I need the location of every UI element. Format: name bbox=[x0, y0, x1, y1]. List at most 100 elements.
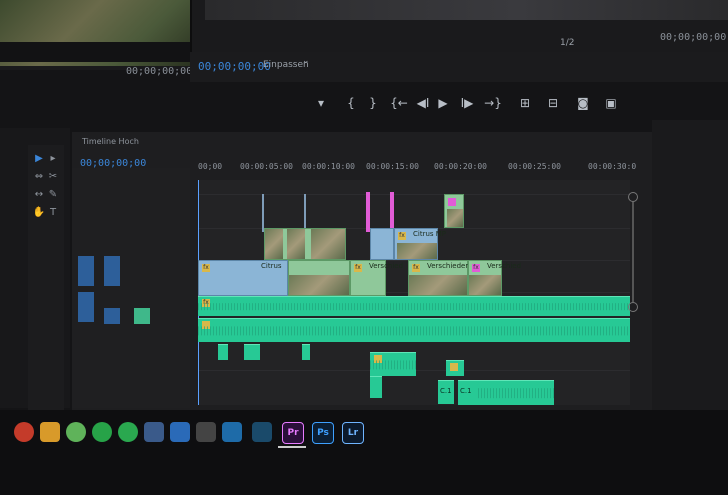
clip-v2[interactable] bbox=[264, 228, 346, 260]
source-patch-v1[interactable] bbox=[78, 256, 94, 286]
clip-v1[interactable] bbox=[288, 260, 350, 296]
target-v1[interactable] bbox=[104, 256, 120, 286]
export-frame-icon[interactable]: ◙ bbox=[572, 92, 594, 114]
sequence-tab[interactable]: Timeline Hoch bbox=[82, 137, 139, 146]
ruler-tick-label: 00:00:10:00 bbox=[302, 162, 355, 171]
track-select-icon[interactable]: ▸ bbox=[46, 153, 60, 165]
fx-badge bbox=[448, 198, 456, 206]
waveform bbox=[198, 302, 630, 311]
program-monitor-controls: 00;00;00;00 Einpassen ⌄ 1/2 00;00;00;00 bbox=[190, 32, 728, 82]
audio-chunk[interactable] bbox=[370, 376, 382, 398]
lightroom-icon[interactable]: Lr bbox=[342, 422, 364, 444]
audio-clip-a2[interactable] bbox=[198, 318, 630, 342]
clip-v3[interactable] bbox=[444, 194, 464, 228]
clip-v1-verschied-2[interactable]: fx Verschied bbox=[468, 260, 521, 296]
waveform bbox=[370, 359, 416, 370]
play-icon[interactable]: ▶ bbox=[432, 92, 454, 114]
mail-icon[interactable] bbox=[170, 422, 190, 442]
source-monitor-bar: 00;00;00;00 bbox=[0, 42, 192, 77]
clip-label: Verschied bbox=[369, 262, 404, 270]
zoom-dropdown[interactable]: 1/2 bbox=[560, 38, 574, 48]
time-ruler[interactable]: 00;00 00:00:05:00 00:00:10:00 00:00:15:00 00… bbox=[198, 162, 638, 176]
audio-chunk[interactable] bbox=[302, 344, 310, 360]
step-back-icon[interactable]: ◀I bbox=[412, 92, 434, 114]
audio-clip-c1-2[interactable]: C.1 bbox=[458, 380, 554, 405]
out-bracket-icon[interactable]: } bbox=[362, 92, 384, 114]
clip-label: Citrus bbox=[261, 262, 282, 270]
whatsapp-icon[interactable] bbox=[92, 422, 112, 442]
audio-clip-c1[interactable]: C.1 bbox=[438, 380, 454, 404]
ruler-tick-label: 00;00 bbox=[198, 162, 223, 171]
edit-point bbox=[304, 194, 306, 232]
compare-icon[interactable]: ▣ bbox=[600, 92, 622, 114]
clip-thumbnail bbox=[469, 275, 501, 295]
type-tool-icon[interactable]: T bbox=[46, 207, 60, 219]
chat-icon[interactable] bbox=[66, 422, 86, 442]
browser-icon[interactable] bbox=[144, 422, 164, 442]
clip-v1-verschied[interactable]: fx Verschied bbox=[350, 260, 403, 296]
scroll-handle-top[interactable] bbox=[628, 192, 638, 202]
ripple-edit-icon[interactable]: ⇔ bbox=[32, 171, 46, 183]
program-duration: 00;00;00;00 bbox=[660, 32, 727, 43]
edit-point bbox=[262, 194, 264, 232]
fx-badge bbox=[450, 363, 458, 371]
clip-thumbnail bbox=[447, 209, 463, 227]
phone-icon[interactable] bbox=[118, 422, 138, 442]
clip-label: C.1 bbox=[440, 387, 452, 395]
audio-chunk[interactable] bbox=[244, 344, 260, 360]
marker[interactable] bbox=[390, 192, 394, 232]
app-icon[interactable] bbox=[14, 422, 34, 442]
audio-chunk[interactable] bbox=[370, 352, 416, 376]
extract-icon[interactable]: ⊟ bbox=[542, 92, 564, 114]
go-to-in-icon[interactable]: {← bbox=[388, 92, 410, 114]
target-a1[interactable] bbox=[104, 308, 120, 324]
vertical-scrollbar[interactable] bbox=[626, 192, 640, 444]
scroll-handle-mid[interactable] bbox=[628, 302, 638, 312]
premiere-label: Pr bbox=[287, 428, 299, 438]
clip-label: C.1 bbox=[460, 387, 472, 395]
pen-tool-icon[interactable]: ✎ bbox=[46, 189, 60, 201]
fx-badge: fx bbox=[472, 264, 480, 272]
ruler-tick-label: 00:00:05:00 bbox=[240, 162, 293, 171]
slip-tool-icon[interactable]: ↔ bbox=[32, 189, 46, 201]
lift-icon[interactable]: ⊞ bbox=[514, 92, 536, 114]
printer-icon[interactable] bbox=[196, 422, 216, 442]
source-patch-a1[interactable] bbox=[78, 292, 94, 322]
clip-thumbnail bbox=[287, 229, 305, 259]
clip-label: Verschied bbox=[487, 262, 522, 270]
audio-clip-a1[interactable]: fx bbox=[198, 296, 630, 316]
audio-chunk[interactable] bbox=[446, 360, 464, 376]
taskbar: Pr Ps Lr bbox=[0, 410, 728, 495]
razor-icon[interactable]: ✂ bbox=[46, 171, 60, 183]
transport-controls: ▾ {} {← ◀I ▶ I▶ →} ⊞ ⊟ ◙ ▣ bbox=[200, 92, 728, 118]
clip-thumbnail bbox=[409, 275, 467, 295]
go-to-out-icon[interactable]: →} bbox=[482, 92, 504, 114]
audio-chunk[interactable] bbox=[218, 344, 228, 360]
sync-lock-a1[interactable] bbox=[134, 308, 150, 324]
ruler-tick-label: 00:00:30:0 bbox=[588, 162, 637, 171]
photoshop-label: Ps bbox=[317, 428, 329, 438]
folder-icon[interactable] bbox=[40, 422, 60, 442]
marker[interactable] bbox=[366, 192, 370, 232]
lightroom-label: Lr bbox=[347, 428, 359, 438]
clip-thumbnail bbox=[265, 229, 283, 259]
track-area[interactable]: fx Citrus MP fx Citrus fx Verschied fx V… bbox=[198, 180, 630, 405]
ruler-tick-label: 00:00:25:00 bbox=[508, 162, 561, 171]
clip-v1-verschiedene[interactable]: fx Verschiedene bbox=[408, 260, 474, 296]
program-timecode[interactable]: 00;00;00;00 bbox=[198, 60, 271, 73]
ruler-tick-label: 00:00:15:00 bbox=[366, 162, 419, 171]
selection-tool-icon[interactable]: ▶ bbox=[32, 153, 46, 165]
clip-thumbnail bbox=[311, 229, 345, 259]
clip-v1-citrus[interactable]: fx Citrus bbox=[198, 260, 288, 296]
photoshop-icon[interactable]: Ps bbox=[312, 422, 334, 444]
mark-in-icon[interactable]: ▾ bbox=[310, 92, 332, 114]
in-bracket-icon[interactable]: { bbox=[340, 92, 362, 114]
hand-tool-icon[interactable]: ✋ bbox=[32, 207, 46, 219]
program-monitor-preview bbox=[205, 0, 728, 20]
premiere-icon[interactable]: Pr bbox=[282, 422, 304, 444]
store-icon[interactable] bbox=[222, 422, 242, 442]
clip-v2-citrus[interactable]: fx Citrus MP bbox=[394, 228, 446, 260]
window-icon[interactable] bbox=[252, 422, 272, 442]
step-forward-icon[interactable]: I▶ bbox=[456, 92, 478, 114]
clip-v2[interactable] bbox=[370, 228, 394, 260]
